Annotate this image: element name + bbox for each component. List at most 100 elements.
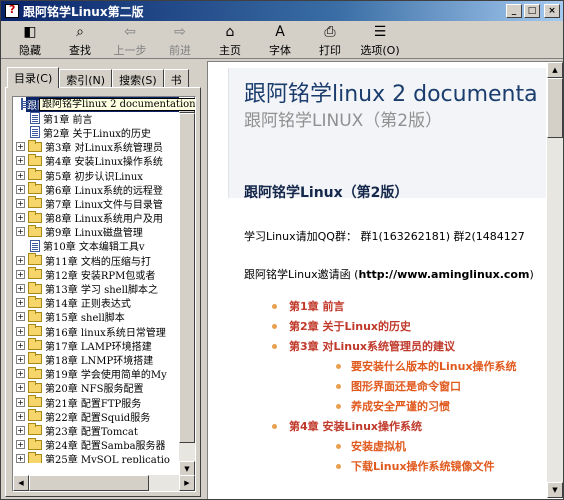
tree-item[interactable]: + 第4章 安装Linux操作系统 bbox=[13, 153, 181, 168]
tree-item[interactable]: + 第21章 配置FTP服务 bbox=[13, 395, 181, 410]
tree-item[interactable]: + 第7章 Linux文件与目录管 bbox=[13, 196, 181, 211]
expand-icon[interactable]: + bbox=[16, 170, 25, 180]
toc-link[interactable]: 要安装什么版本的Linux操作系统 bbox=[336, 358, 517, 374]
content-scroll-up-button[interactable]: ▲ bbox=[547, 62, 563, 78]
forward-button[interactable]: ⇨ 前进 bbox=[155, 21, 205, 59]
toc-link[interactable]: 第2章 关于Linux的历史 bbox=[272, 318, 411, 334]
expand-icon[interactable]: + bbox=[16, 227, 25, 237]
folder-icon bbox=[28, 196, 42, 209]
tree-item-label: 第21章 配置FTP服务 bbox=[45, 398, 142, 410]
toc-link[interactable]: 第4章 安装Linux操作系统 bbox=[272, 418, 422, 434]
tree-item[interactable]: 第10章 文本编辑工具v bbox=[13, 239, 181, 253]
tab-contents[interactable]: 目录(C) bbox=[7, 67, 60, 88]
expand-icon[interactable]: + bbox=[16, 269, 25, 279]
bullet-icon bbox=[272, 303, 277, 309]
expand-icon[interactable]: + bbox=[16, 198, 25, 208]
tree-item[interactable]: + 第5章 初步认识Linux bbox=[13, 168, 181, 183]
tree-item[interactable]: 第1章 前言 bbox=[13, 111, 181, 126]
tree-horizontal-scrollbar[interactable]: ◀ ▶ bbox=[13, 475, 195, 491]
tab-index[interactable]: 索引(N) bbox=[59, 69, 113, 87]
expand-icon[interactable]: + bbox=[16, 411, 25, 421]
tree-vertical-scrollbar[interactable]: ▲ ▼ bbox=[179, 97, 195, 477]
tree-item[interactable]: + 第8章 Linux系统用户及用 bbox=[13, 210, 181, 225]
expand-icon[interactable]: + bbox=[16, 326, 25, 336]
tree-item[interactable]: + 第14章 正则表达式 bbox=[13, 295, 181, 310]
maximize-button[interactable]: □ bbox=[524, 4, 540, 18]
tree-item-label: 第1章 前言 bbox=[43, 114, 93, 126]
minimize-button[interactable]: _ bbox=[506, 4, 522, 18]
expand-icon[interactable]: + bbox=[16, 383, 25, 393]
expand-icon[interactable]: + bbox=[16, 284, 25, 294]
expand-icon[interactable]: + bbox=[16, 298, 25, 308]
content-scroll-down-button[interactable]: ▼ bbox=[547, 482, 563, 498]
tree-item[interactable]: + 第13章 学习 shell脚本之 bbox=[13, 281, 181, 297]
tree-item-label: 第18章 LNMP环境搭建 bbox=[45, 355, 154, 367]
expand-icon[interactable]: + bbox=[16, 440, 25, 450]
tree-item[interactable]: + 第11章 文档的压缩与打 bbox=[13, 253, 181, 268]
content-vertical-scrollbar[interactable]: ▲ ▼ bbox=[547, 62, 563, 498]
toc-link[interactable]: 图形界面还是命令窗口 bbox=[336, 378, 461, 394]
expand-icon[interactable]: + bbox=[16, 184, 25, 194]
tree-item[interactable]: + 第12章 安装RPM包或者 bbox=[13, 267, 181, 282]
expand-icon[interactable]: + bbox=[16, 454, 25, 463]
tree-item-label: 第13章 学习 shell脚本之 bbox=[45, 285, 158, 297]
tree-item[interactable]: 第2章 关于Linux的历史 bbox=[13, 125, 181, 140]
scroll-left-button[interactable]: ◀ bbox=[13, 475, 29, 491]
tree-item-label: 第22章 配置Squid服务 bbox=[45, 412, 151, 424]
tree-hscroll-thumb[interactable] bbox=[29, 475, 149, 491]
title-bar[interactable]: 跟阿铭学Linux第二版 _ □ × bbox=[1, 1, 563, 21]
tree-item[interactable]: + 第24章 配置Samba服务器 bbox=[13, 437, 181, 452]
expand-icon[interactable]: + bbox=[16, 425, 25, 435]
toc-link[interactable]: 养成安全严谨的习惯 bbox=[336, 398, 450, 414]
toc-link[interactable]: 下载Linux操作系统镜像文件 bbox=[336, 458, 495, 474]
font-button[interactable]: A 字体 bbox=[255, 21, 305, 59]
expand-icon[interactable]: + bbox=[16, 354, 25, 364]
tree-item[interactable]: + 第15章 shell脚本 bbox=[13, 309, 181, 324]
tree-item[interactable]: + 第19章 学会使用简单的My bbox=[13, 366, 181, 381]
expand-icon[interactable]: + bbox=[16, 255, 25, 265]
tree-item[interactable]: + 第3章 对Linux系统管理员 bbox=[13, 139, 181, 154]
folder-icon bbox=[28, 153, 42, 166]
folder-icon bbox=[28, 338, 42, 351]
doc-title: 跟阿铭学linux 2 documenta bbox=[244, 82, 538, 107]
tree-item[interactable]: + 第18章 LNMP环境搭建 bbox=[13, 352, 181, 367]
toc-link[interactable]: 第3章 对Linux系统管理员的建议 bbox=[272, 338, 455, 354]
expand-icon[interactable]: + bbox=[16, 397, 25, 407]
tab-favorites[interactable]: 书 bbox=[163, 69, 189, 87]
expand-icon[interactable]: + bbox=[16, 369, 25, 379]
tree-item[interactable]: + 第25章 MySQL replicatio bbox=[13, 451, 181, 463]
tree-item-label: 第11章 文档的压缩与打 bbox=[45, 256, 151, 268]
tree-vscroll-thumb[interactable] bbox=[179, 113, 195, 443]
expand-icon[interactable]: + bbox=[16, 142, 25, 152]
bullet-icon bbox=[336, 443, 341, 449]
folder-icon bbox=[28, 182, 42, 195]
site-link[interactable]: http://www.aminglinux.com bbox=[358, 268, 529, 281]
forward-icon: ⇨ bbox=[174, 23, 186, 40]
toc-link[interactable]: 安装虚拟机 bbox=[336, 438, 406, 454]
tree-item[interactable]: + 第17章 LAMP环境搭建 bbox=[13, 338, 181, 353]
options-button[interactable]: ☰ 选项(O) bbox=[355, 21, 405, 59]
tree-item-label: 第20章 NFS服务配置 bbox=[45, 384, 144, 396]
find-button[interactable]: ⌕ 查找 bbox=[55, 21, 105, 59]
toc-link[interactable]: 第1章 前言 bbox=[272, 298, 344, 314]
back-button[interactable]: ⇦ 上一步 bbox=[105, 21, 155, 59]
help-app-icon bbox=[5, 3, 19, 18]
expand-icon[interactable]: + bbox=[16, 340, 25, 350]
tree-item[interactable]: + 第16章 linux系统日常管理 bbox=[13, 324, 181, 339]
content-vscroll-thumb[interactable] bbox=[547, 78, 563, 138]
hide-button[interactable]: ◧ 隐藏 bbox=[5, 21, 55, 59]
close-button[interactable]: × bbox=[544, 4, 560, 18]
tree-item[interactable]: + 第9章 Linux磁盘管理 bbox=[13, 224, 181, 239]
expand-icon[interactable]: + bbox=[16, 156, 25, 166]
toc-link-label: 下载Linux操作系统镜像文件 bbox=[351, 460, 495, 473]
home-button[interactable]: ⌂ 主页 bbox=[205, 21, 255, 59]
tree-item[interactable]: + 第6章 Linux系统的远程登 bbox=[13, 182, 181, 197]
tab-search[interactable]: 搜索(S) bbox=[112, 69, 164, 87]
tree-item[interactable]: + 第20章 NFS服务配置 bbox=[13, 380, 181, 396]
print-button[interactable]: ⎙ 打印 bbox=[305, 21, 355, 59]
expand-icon[interactable]: + bbox=[16, 213, 25, 223]
tree-item[interactable]: + 第23章 配置Tomcat bbox=[13, 423, 181, 438]
expand-icon[interactable]: + bbox=[16, 312, 25, 322]
tree-item[interactable]: + 第22章 配置Squid服务 bbox=[13, 409, 181, 424]
scroll-right-button[interactable]: ▶ bbox=[179, 475, 195, 491]
